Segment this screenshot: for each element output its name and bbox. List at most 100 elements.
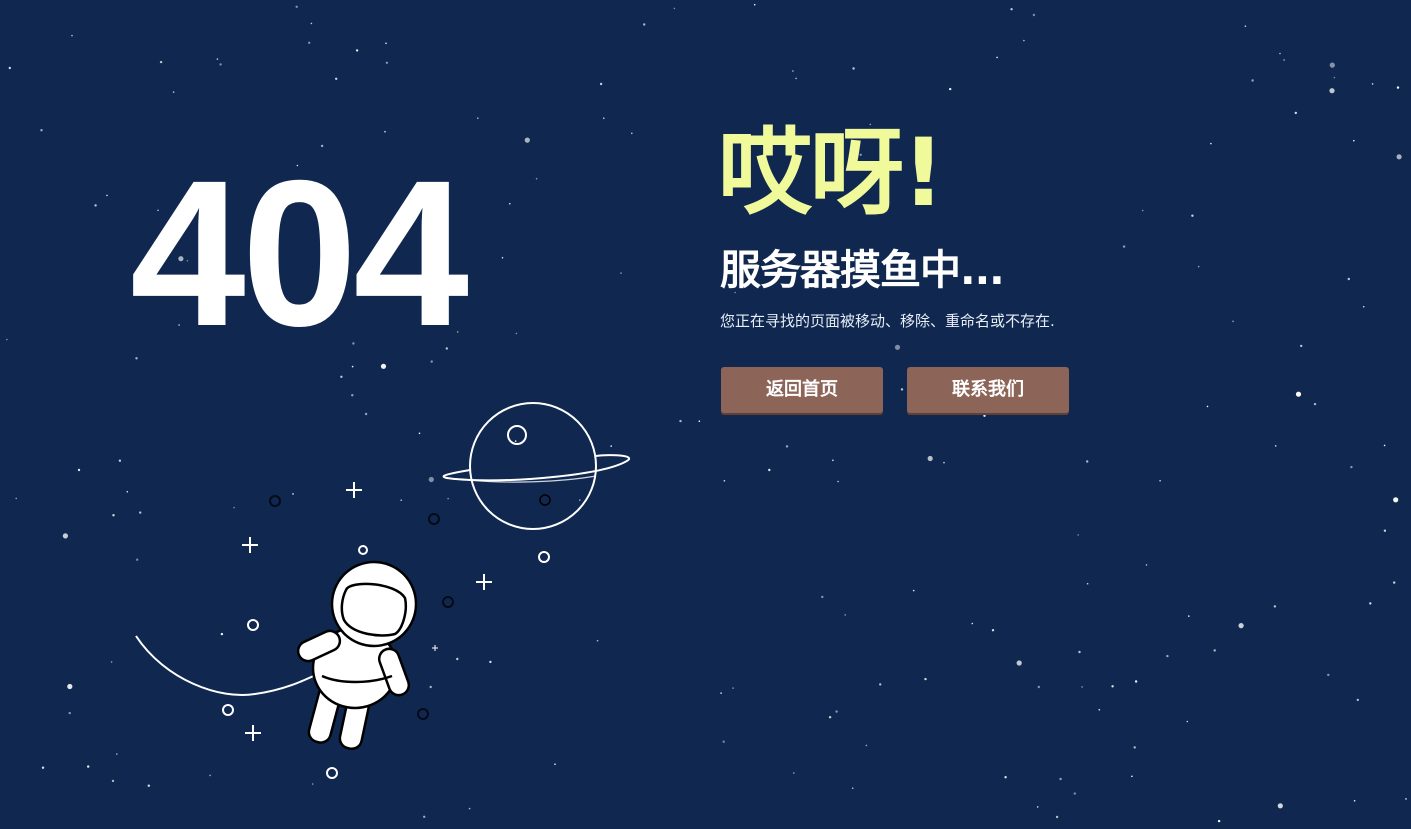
star — [1111, 685, 1114, 688]
star — [106, 194, 108, 197]
contact-button[interactable]: 联系我们 — [907, 367, 1069, 413]
star — [1396, 86, 1400, 89]
star — [835, 710, 838, 713]
star — [1191, 214, 1194, 217]
star — [310, 22, 313, 25]
star — [722, 740, 725, 743]
star — [837, 480, 839, 483]
star — [1141, 209, 1144, 212]
star — [1313, 402, 1317, 406]
star — [1244, 25, 1247, 28]
star — [971, 622, 974, 625]
star — [894, 344, 901, 350]
star — [1279, 52, 1281, 55]
star — [1081, 686, 1083, 688]
star — [1383, 529, 1387, 532]
star — [1010, 8, 1013, 11]
star — [793, 772, 795, 774]
star — [1405, 798, 1407, 800]
star — [1356, 698, 1360, 702]
error-headline: 哎呀! — [718, 119, 945, 228]
star — [335, 77, 338, 81]
star — [1277, 803, 1283, 809]
star — [159, 60, 163, 64]
home-button[interactable]: 返回首页 — [721, 367, 883, 413]
star — [384, 130, 386, 133]
star — [927, 455, 933, 462]
star — [1004, 776, 1007, 779]
star — [1055, 815, 1059, 819]
star — [1206, 405, 1209, 408]
star — [535, 177, 538, 180]
star — [6, 338, 8, 341]
star — [1333, 76, 1336, 79]
star — [40, 129, 43, 132]
star — [792, 70, 794, 72]
star — [1186, 720, 1189, 723]
star — [1159, 479, 1161, 482]
star — [795, 77, 797, 80]
star — [94, 204, 97, 207]
error-code: 404 — [130, 138, 469, 370]
star — [295, 5, 298, 8]
error-page: 404 哎呀! 服务器摸鱼中... 您正在寻找的页面被移动、移除、重命名或不存在… — [0, 0, 1411, 829]
star — [1122, 245, 1126, 248]
star — [900, 388, 904, 391]
star — [172, 91, 175, 93]
star — [1032, 13, 1036, 17]
star — [1016, 660, 1022, 666]
star — [732, 687, 734, 689]
star — [385, 61, 389, 64]
star — [1217, 819, 1221, 823]
star — [1086, 460, 1089, 463]
star — [879, 683, 882, 686]
star — [943, 461, 945, 464]
star — [524, 137, 530, 143]
star — [1327, 673, 1330, 677]
star — [1369, 602, 1372, 605]
star — [1210, 142, 1212, 145]
star — [844, 614, 846, 616]
star — [1145, 564, 1148, 566]
star — [1188, 615, 1190, 617]
star — [1329, 88, 1335, 94]
star — [1232, 320, 1234, 323]
star — [852, 67, 855, 70]
star — [821, 595, 824, 599]
star — [1238, 623, 1244, 629]
star — [599, 82, 603, 86]
error-description: 您正在寻找的页面被移动、移除、重命名或不存在. — [720, 312, 1055, 330]
astronaut-illustration — [135, 402, 630, 779]
star — [1396, 154, 1402, 160]
star — [865, 744, 868, 747]
star — [1274, 445, 1277, 447]
star — [355, 49, 359, 52]
star — [71, 34, 73, 37]
star — [216, 58, 219, 60]
star — [1166, 654, 1169, 658]
star — [991, 629, 995, 632]
star — [219, 63, 222, 66]
star — [620, 272, 622, 274]
star — [851, 787, 854, 789]
star — [1300, 344, 1303, 348]
star — [1353, 139, 1355, 142]
star — [1213, 649, 1216, 652]
star — [1036, 806, 1039, 808]
star — [1077, 534, 1079, 536]
star — [603, 117, 605, 119]
star — [983, 414, 986, 417]
star — [1131, 775, 1133, 778]
star — [1393, 497, 1399, 503]
star — [785, 445, 789, 448]
star — [673, 7, 676, 10]
star — [753, 3, 756, 6]
star — [1134, 680, 1138, 683]
star — [1037, 685, 1041, 689]
star — [1059, 777, 1062, 781]
star — [1098, 708, 1101, 711]
star — [643, 23, 646, 26]
star — [1073, 792, 1077, 795]
star — [768, 468, 771, 472]
star — [1295, 391, 1302, 397]
